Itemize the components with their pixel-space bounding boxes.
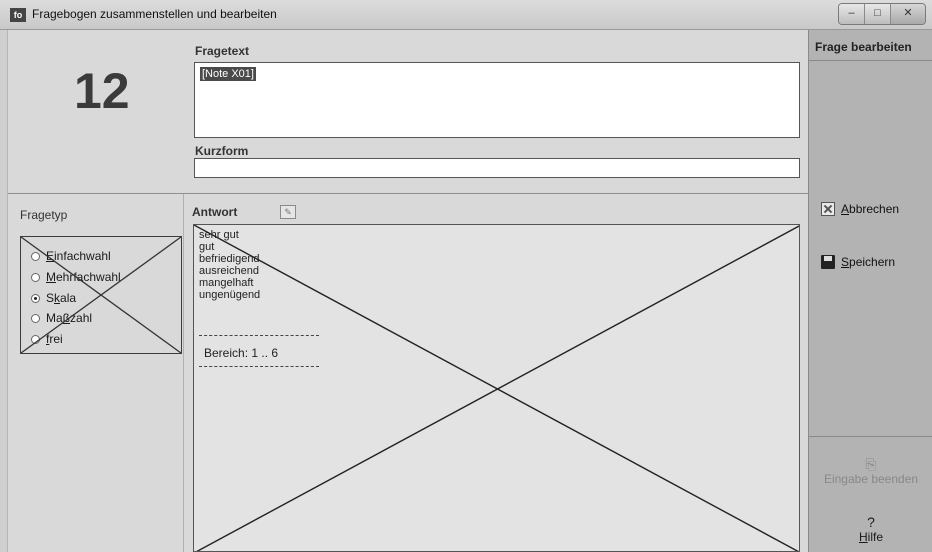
placeholder-cross-icon	[194, 225, 799, 551]
eingabe-beenden-button[interactable]: ⎘ Eingabe beenden	[809, 456, 932, 486]
hilfe-label: Hilfe	[858, 530, 883, 544]
speichern-button[interactable]: Speichern	[821, 255, 895, 269]
fragetext-selected-text: [Note X01]	[200, 67, 256, 81]
column-divider	[183, 194, 184, 552]
app-icon: fo	[10, 8, 26, 22]
exit-icon: ⎘	[865, 456, 877, 472]
antwort-box[interactable]: sehr gut gut befriedigend ausreichend ma…	[193, 224, 800, 552]
title-bar: fo Fragebogen zusammenstellen und bearbe…	[0, 0, 932, 30]
maximize-button[interactable]: □	[865, 4, 891, 24]
eingabe-beenden-label: Eingabe beenden	[823, 472, 919, 486]
fragetyp-radio-group: Einfachwahl Mehrfachwahl Skala Maßzahl f…	[20, 236, 182, 354]
fragetext-textarea[interactable]: [Note X01]	[194, 62, 800, 138]
window-controls: – □ ✕	[838, 3, 926, 25]
cancel-icon	[821, 202, 835, 216]
fragetyp-label: Fragetyp	[20, 208, 68, 222]
side-separator	[809, 60, 932, 61]
minimize-button[interactable]: –	[839, 4, 865, 24]
window-title: Fragebogen zusammenstellen und bearbeite…	[32, 7, 277, 21]
kurzform-input[interactable]	[194, 158, 800, 178]
section-divider	[8, 193, 808, 194]
antwort-label: Antwort	[192, 205, 238, 219]
left-frame-edge	[0, 30, 8, 552]
speichern-label: Speichern	[841, 255, 896, 269]
kurzform-label: Kurzform	[195, 144, 249, 158]
question-number: 12	[74, 63, 130, 119]
close-button[interactable]: ✕	[891, 4, 925, 24]
fragetext-label: Fragetext	[195, 44, 250, 58]
help-icon: ?	[867, 514, 875, 530]
abbrechen-label: Abbrechen	[841, 202, 900, 216]
save-icon	[821, 255, 835, 269]
side-separator	[809, 436, 932, 437]
hilfe-button[interactable]: ? Hilfe	[809, 514, 932, 544]
placeholder-cross-icon	[21, 237, 181, 353]
side-panel: Frage bearbeiten Abbrechen Speichern ⎘ E…	[808, 30, 932, 552]
abbrechen-button[interactable]: Abbrechen	[821, 202, 899, 216]
side-panel-title: Frage bearbeiten	[815, 40, 912, 54]
edit-answers-icon[interactable]: ✎	[280, 205, 296, 219]
